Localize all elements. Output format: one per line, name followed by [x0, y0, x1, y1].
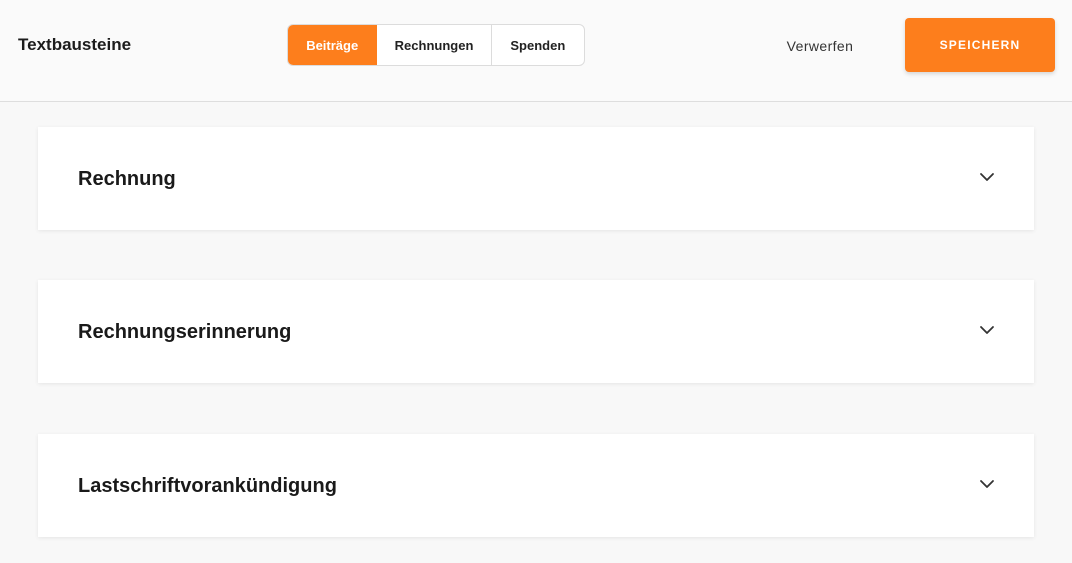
- accordion-panel-lastschriftvorankuendigung[interactable]: Lastschriftvorankündigung: [38, 434, 1034, 537]
- category-tabs: Beiträge Rechnungen Spenden: [287, 24, 585, 66]
- panel-title: Rechnungserinnerung: [78, 321, 292, 343]
- page-title: Textbausteine: [18, 35, 132, 54]
- chevron-down-icon[interactable]: [978, 324, 996, 336]
- tab-beitraege[interactable]: Beiträge: [288, 25, 378, 65]
- panel-title: Rechnung: [78, 168, 176, 190]
- chevron-down-icon[interactable]: [978, 478, 996, 490]
- tab-rechnungen[interactable]: Rechnungen: [377, 25, 492, 65]
- accordion-panel-rechnungserinnerung[interactable]: Rechnungserinnerung: [38, 280, 1034, 383]
- save-button[interactable]: SPEICHERN: [905, 18, 1055, 72]
- panel-title: Lastschriftvorankündigung: [78, 475, 337, 497]
- accordion-panel-rechnung[interactable]: Rechnung: [38, 127, 1034, 230]
- chevron-down-icon[interactable]: [978, 171, 996, 183]
- discard-button[interactable]: Verwerfen: [768, 34, 872, 58]
- top-bar: Textbausteine Beiträge Rechnungen Spende…: [0, 0, 1072, 102]
- tab-spenden[interactable]: Spenden: [492, 25, 584, 65]
